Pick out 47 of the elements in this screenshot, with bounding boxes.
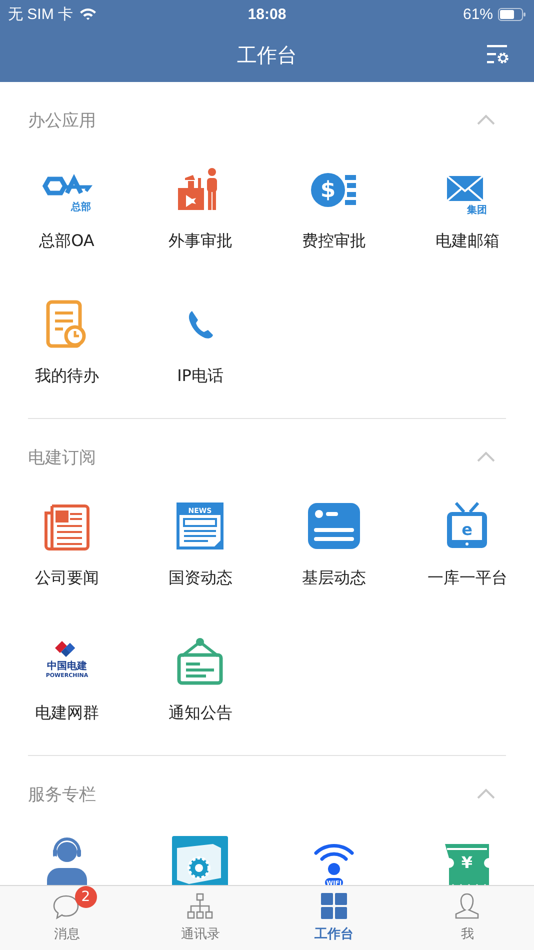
app-label[interactable]: 一库一平台: [427, 567, 508, 589]
clock-time: 18:08: [246, 6, 288, 22]
grid-icon: [320, 892, 348, 920]
phone-handset-icon: [189, 311, 214, 338]
app-label[interactable]: IP电话: [177, 365, 224, 387]
newspaper-icon: [44, 504, 90, 550]
app-label[interactable]: 基层动态: [302, 567, 366, 589]
app-label[interactable]: 外事审批: [168, 230, 232, 252]
icon-text: 中国电建: [46, 661, 87, 672]
section-title: 服务专栏: [28, 784, 96, 806]
icon-text: 总部: [70, 202, 91, 213]
app-label[interactable]: 我的待办: [34, 365, 99, 387]
app-label[interactable]: 总部OA: [39, 230, 94, 252]
app-label[interactable]: 国资动态: [168, 567, 232, 589]
tab-button[interactable]: 2 消息: [0, 886, 134, 950]
dollar-coin-icon: [310, 173, 356, 207]
oa-logo-icon: [42, 174, 92, 196]
tab-button[interactable]: 通讯录: [134, 886, 267, 950]
customs-desk-icon: [178, 168, 218, 210]
app-label[interactable]: 费控审批: [302, 230, 366, 252]
section-title: 办公应用: [28, 110, 96, 132]
info-card-icon: [308, 503, 360, 549]
page-title: 工作台: [237, 42, 297, 68]
app-label[interactable]: 电建邮箱: [435, 230, 500, 252]
section-title: 电建订阅: [28, 446, 96, 468]
app-label[interactable]: 通知公告: [168, 702, 232, 724]
person-icon: [453, 892, 482, 920]
app-label[interactable]: 公司要闻: [34, 567, 99, 589]
tab-button[interactable]: 工作台: [267, 886, 400, 950]
television-icon: [447, 502, 488, 548]
app-label[interactable]: 电建网群: [34, 702, 99, 724]
icon-text: ¥: [462, 853, 473, 872]
battery-percent: 61%: [462, 6, 494, 22]
document-clock-icon: [46, 300, 86, 348]
envelope-icon: [446, 175, 484, 202]
org-chart-icon: [186, 892, 214, 920]
unread-badge: 2: [74, 886, 97, 908]
wifi-signal-icon: [79, 7, 98, 21]
news-page-icon: [176, 502, 224, 550]
notice-board-icon: [178, 638, 223, 685]
battery-icon: [498, 8, 526, 20]
carrier-text: 无 SIM 卡: [8, 4, 74, 24]
icon-text: e: [462, 520, 473, 539]
diamond-logo-icon: [54, 641, 75, 657]
icon-text: 集团: [467, 205, 488, 216]
icon-text: $: [320, 178, 336, 203]
tab-button[interactable]: 我: [400, 886, 534, 950]
